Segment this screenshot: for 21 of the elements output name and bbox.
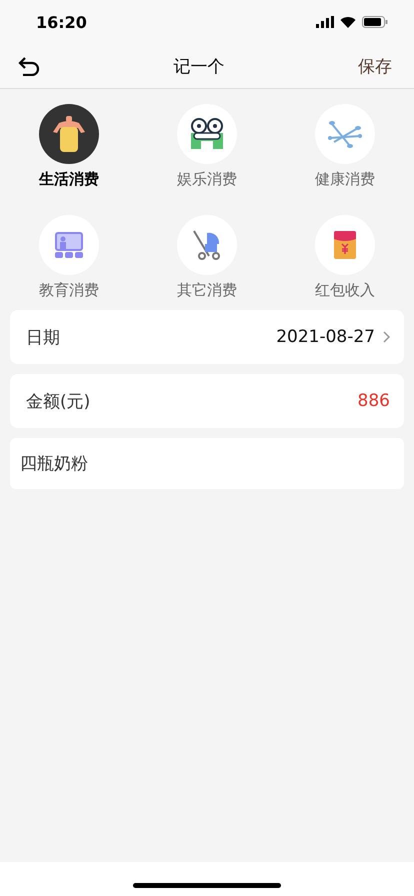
note-field[interactable]: 四瓶奶粉 [10, 438, 404, 489]
battery-icon [362, 16, 388, 28]
envelope-icon [334, 231, 356, 259]
cotton-swab-icon [328, 120, 362, 148]
save-button[interactable]: 保存 [358, 54, 392, 78]
chevron-icon [383, 331, 390, 343]
date-row[interactable]: 日期 2021-08-27 [10, 310, 404, 364]
back-button[interactable] [18, 56, 40, 76]
wifi-icon [340, 16, 356, 28]
signal-icon [316, 16, 334, 28]
amount-label: 金额(元) [26, 390, 90, 412]
status-time: 16:20 [36, 12, 87, 32]
page-title: 记一个 [174, 56, 224, 78]
frog-icon [189, 117, 225, 151]
stroller-icon [193, 230, 221, 260]
date-value: 2021-08-27 [276, 327, 375, 347]
amount-value: 886 [358, 391, 390, 411]
date-label: 日期 [26, 326, 60, 348]
classroom-icon [55, 232, 83, 258]
bottle-icon [52, 116, 86, 152]
amount-row[interactable]: 金额(元) 886 [10, 374, 404, 428]
